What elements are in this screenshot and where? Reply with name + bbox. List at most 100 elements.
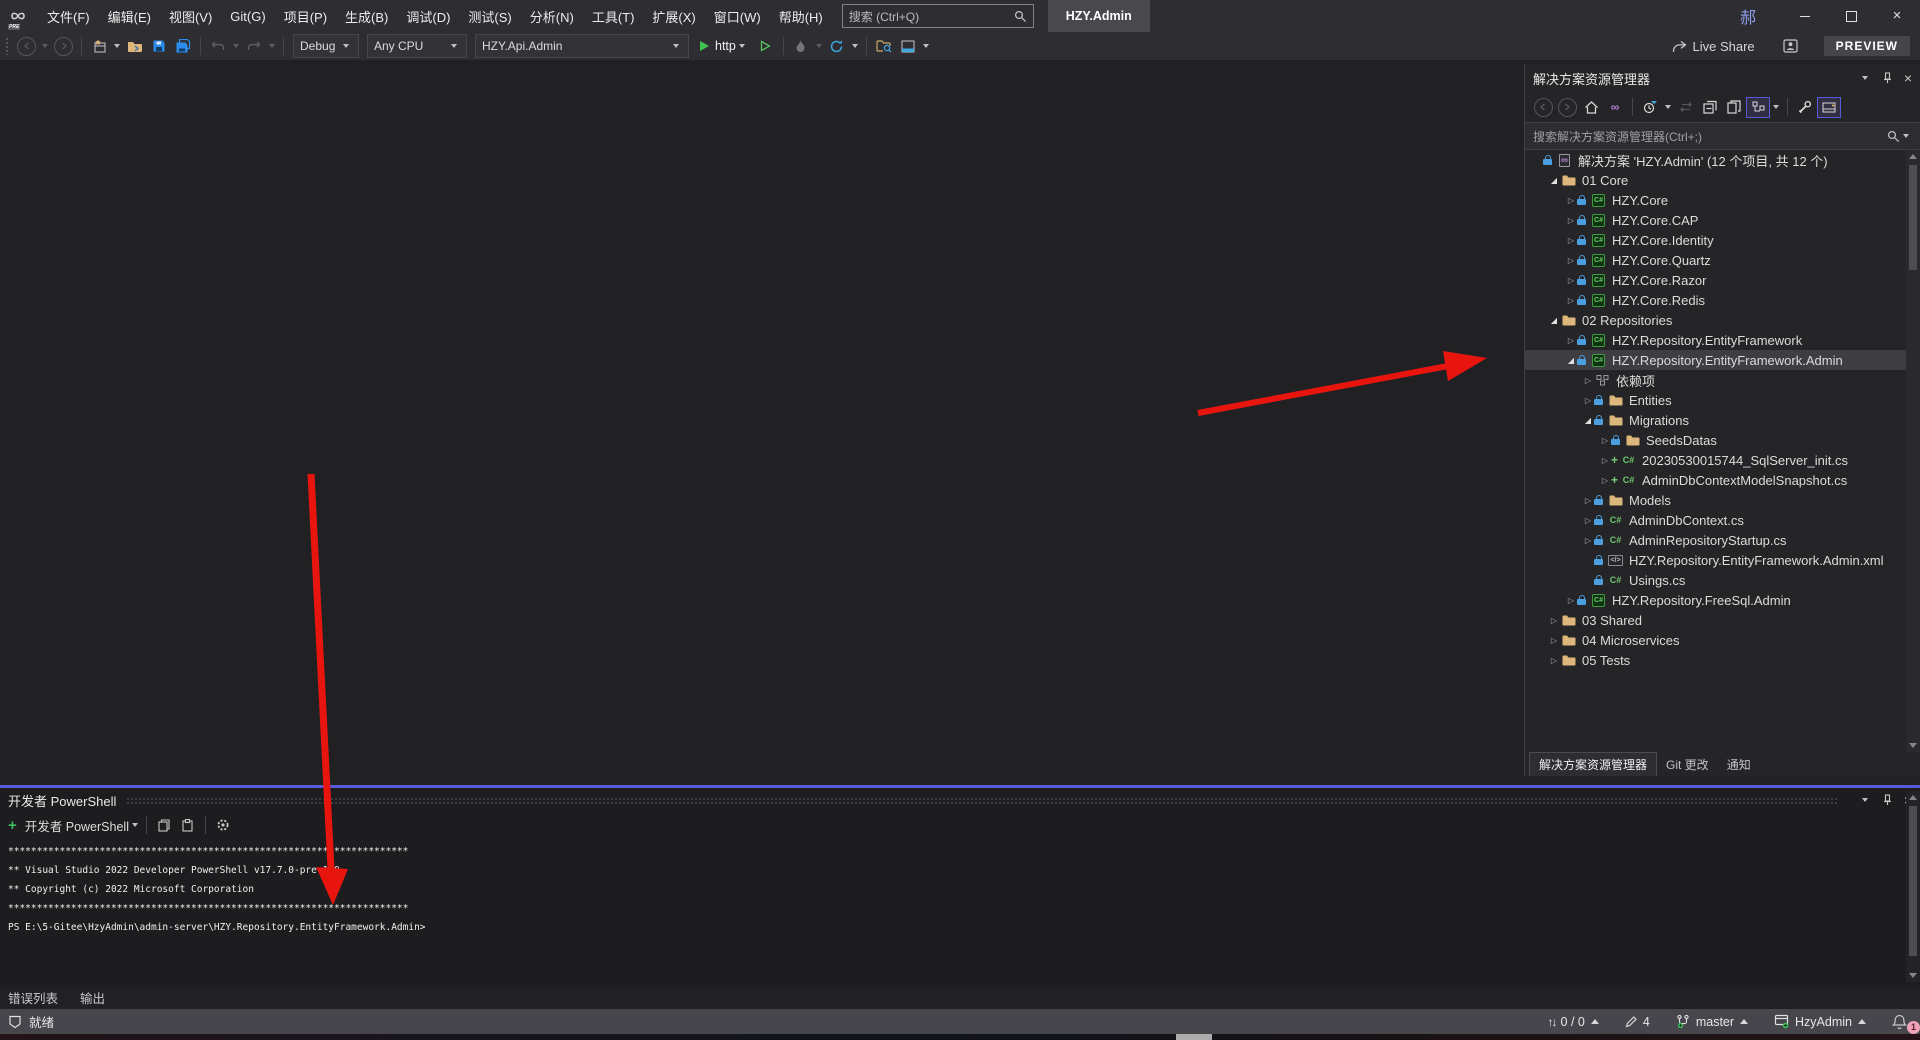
tree-row[interactable]: ◢01 Core xyxy=(1525,170,1906,190)
menu-item[interactable]: 测试(S) xyxy=(459,0,520,32)
restart-dropdown-icon[interactable] xyxy=(852,44,858,48)
navigate-back-icon[interactable] xyxy=(17,37,36,56)
switch-views-icon[interactable]: ∞ xyxy=(1605,96,1625,118)
git-repository[interactable]: HzyAdmin xyxy=(1774,1014,1866,1029)
tree-row-selected[interactable]: ◢C#HZY.Repository.EntityFramework.Admin xyxy=(1525,350,1906,370)
menu-item[interactable]: 生成(B) xyxy=(336,0,397,32)
window-position-icon[interactable] xyxy=(1859,798,1871,802)
undo-icon[interactable] xyxy=(207,34,229,58)
expander-open-icon[interactable]: ◢ xyxy=(1548,176,1560,185)
close-panel-icon[interactable]: × xyxy=(1904,70,1912,86)
menu-item[interactable]: Git(G) xyxy=(221,0,274,32)
open-folder-icon[interactable] xyxy=(124,34,146,58)
scroll-down-icon[interactable] xyxy=(1909,743,1917,748)
bottom-tab[interactable]: 输出 xyxy=(80,988,105,1007)
live-share-button[interactable]: Live Share xyxy=(1671,39,1755,54)
git-branch[interactable]: master xyxy=(1676,1014,1748,1029)
terminal-scrollbar[interactable] xyxy=(1906,791,1920,982)
expander-collapsed-icon[interactable]: ▷ xyxy=(1565,236,1577,245)
notifications-bell[interactable]: 1 xyxy=(1892,1014,1912,1030)
tree-row[interactable]: ◢Migrations xyxy=(1525,410,1906,430)
minimize-button[interactable] xyxy=(1782,0,1828,32)
terminal-settings-gear-icon[interactable] xyxy=(213,814,233,836)
expander-collapsed-icon[interactable]: ▷ xyxy=(1565,196,1577,205)
tree-row[interactable]: C#Usings.cs xyxy=(1525,570,1906,590)
scrollbar-thumb[interactable] xyxy=(1909,806,1917,956)
hot-reload-icon[interactable] xyxy=(790,34,812,58)
bottom-tab[interactable]: 错误列表 xyxy=(8,988,58,1007)
tree-row[interactable]: </>HZY.Repository.EntityFramework.Admin.… xyxy=(1525,550,1906,570)
expander-collapsed-icon[interactable]: ▷ xyxy=(1582,376,1594,385)
expander-collapsed-icon[interactable]: ▷ xyxy=(1548,636,1560,645)
tree-row[interactable]: ▷C#HZY.Core xyxy=(1525,190,1906,210)
save-all-icon[interactable] xyxy=(172,34,194,58)
account-avatar[interactable]: 郝 xyxy=(1740,4,1756,28)
expander-open-icon[interactable]: ◢ xyxy=(1565,356,1577,365)
tree-row[interactable]: ▷05 Tests xyxy=(1525,650,1906,670)
tree-row[interactable]: ▷C#HZY.Core.Razor xyxy=(1525,270,1906,290)
tree-row[interactable]: ▷C#HZY.Repository.FreeSql.Admin xyxy=(1525,590,1906,610)
configuration-select[interactable]: Debug xyxy=(293,34,359,58)
tree-row[interactable]: ▷依赖项 xyxy=(1525,370,1906,390)
expander-collapsed-icon[interactable]: ▷ xyxy=(1599,436,1611,445)
tree-row[interactable]: ▷+C#AdminDbContextModelSnapshot.cs xyxy=(1525,470,1906,490)
menu-item[interactable]: 调试(D) xyxy=(397,0,459,32)
quick-search-box[interactable]: 搜索 (Ctrl+Q) xyxy=(842,4,1034,28)
menu-item[interactable]: 视图(V) xyxy=(160,0,221,32)
toolbar-overflow-icon[interactable] xyxy=(923,44,929,48)
expander-open-icon[interactable]: ◢ xyxy=(1548,316,1560,325)
filter-dropdown-icon[interactable] xyxy=(1665,105,1671,109)
new-item-dropdown-icon[interactable] xyxy=(114,44,120,48)
tree-row[interactable]: ▷03 Shared xyxy=(1525,610,1906,630)
expander-open-icon[interactable]: ◢ xyxy=(1582,416,1594,425)
tool-window-tab[interactable]: Git 更改 xyxy=(1657,752,1718,776)
platform-select[interactable]: Any CPU xyxy=(367,34,467,58)
maximize-button[interactable] xyxy=(1828,0,1874,32)
scroll-down-icon[interactable] xyxy=(1909,973,1917,978)
new-terminal-icon[interactable]: + xyxy=(8,817,17,834)
tool-window-tab[interactable]: 解决方案资源管理器 xyxy=(1529,752,1657,776)
show-all-files-toggle[interactable] xyxy=(1746,97,1770,118)
terminal-header[interactable]: 开发者 PowerShell × xyxy=(0,788,1920,812)
expander-collapsed-icon[interactable]: ▷ xyxy=(1565,216,1577,225)
expander-collapsed-icon[interactable]: ▷ xyxy=(1582,496,1594,505)
hot-reload-dropdown-icon[interactable] xyxy=(816,44,822,48)
scroll-up-icon[interactable] xyxy=(1909,795,1917,800)
window-position-icon[interactable] xyxy=(1859,76,1871,80)
tree-row[interactable]: ▷04 Microservices xyxy=(1525,630,1906,650)
restart-icon[interactable] xyxy=(826,34,848,58)
tree-row[interactable]: ▷SeedsDatas xyxy=(1525,430,1906,450)
redo-icon[interactable] xyxy=(243,34,265,58)
collapse-all-icon[interactable] xyxy=(1700,96,1720,118)
redo-dropdown-icon[interactable] xyxy=(269,44,275,48)
tree-row[interactable]: ▷C#HZY.Core.Quartz xyxy=(1525,250,1906,270)
tool-window-tab[interactable]: 通知 xyxy=(1718,752,1760,776)
git-sync-status[interactable]: ↑↓ 0 / 0 xyxy=(1548,1015,1599,1029)
solution-explorer-search-box[interactable]: 搜索解决方案资源管理器(Ctrl+;) xyxy=(1525,122,1920,150)
menu-item[interactable]: 文件(F) xyxy=(38,0,99,32)
scroll-up-icon[interactable] xyxy=(1909,154,1917,159)
menu-item[interactable]: 项目(P) xyxy=(275,0,336,32)
pin-icon[interactable] xyxy=(1883,72,1892,84)
close-button[interactable]: × xyxy=(1874,0,1920,32)
dock-panel-icon[interactable] xyxy=(897,34,919,58)
tree-row[interactable]: ▷C#HZY.Core.Redis xyxy=(1525,290,1906,310)
expander-collapsed-icon[interactable]: ▷ xyxy=(1565,596,1577,605)
tree-row[interactable]: ◢02 Repositories xyxy=(1525,310,1906,330)
expander-collapsed-icon[interactable]: ▷ xyxy=(1565,256,1577,265)
start-debug-button[interactable]: http xyxy=(699,39,748,53)
menu-item[interactable]: 扩展(X) xyxy=(643,0,704,32)
paste-icon[interactable] xyxy=(178,814,198,836)
chevron-down-icon[interactable] xyxy=(132,823,138,827)
tree-row[interactable]: ▷Entities xyxy=(1525,390,1906,410)
pending-edits[interactable]: 4 xyxy=(1625,1015,1650,1029)
toolbar-grip[interactable] xyxy=(5,37,9,55)
expander-collapsed-icon[interactable]: ▷ xyxy=(1548,656,1560,665)
scrollbar-thumb[interactable] xyxy=(1909,165,1917,270)
save-icon[interactable] xyxy=(148,34,170,58)
start-without-debug-icon[interactable] xyxy=(755,34,777,58)
tree-row[interactable]: ▷Models xyxy=(1525,490,1906,510)
tree-row[interactable]: ▷+C#20230530015744_SqlServer_init.cs xyxy=(1525,450,1906,470)
tree-row[interactable]: ▷C#AdminRepositoryStartup.cs xyxy=(1525,530,1906,550)
new-project-icon[interactable] xyxy=(88,34,110,58)
